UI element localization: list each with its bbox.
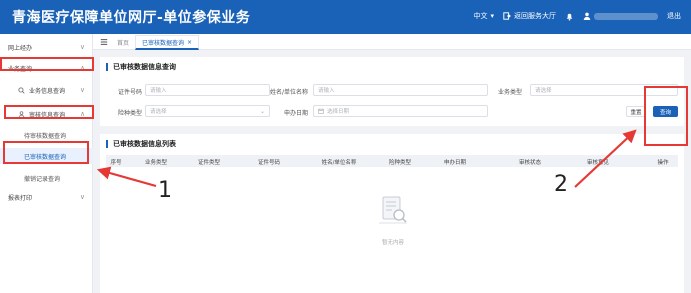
name-label: 姓名/单位名称	[269, 89, 308, 96]
calendar-icon	[318, 108, 324, 114]
exit-icon	[503, 12, 511, 20]
apply-date-picker[interactable]: 选择日期	[313, 105, 488, 117]
cert-no-input[interactable]: 请输入	[145, 84, 270, 96]
apply-date-label: 申办日期	[283, 110, 308, 117]
annotation-box-business-query	[0, 57, 94, 71]
sidebar-item-revoke-records[interactable]: 撤销记录查询	[0, 170, 93, 186]
tab-label: 已审核数据查询	[142, 39, 185, 47]
annotation-box-query-button	[644, 86, 688, 146]
close-icon[interactable]: ×	[187, 39, 192, 46]
bell-icon[interactable]	[565, 12, 574, 21]
search-icon	[18, 86, 25, 94]
logout-link[interactable]: 退出	[667, 11, 681, 21]
top-header: 青海医疗保障单位网厅-单位参保业务 中文 ▾ 返回服务大厅 退出	[0, 0, 691, 34]
tab-reviewed-data[interactable]: 已审核数据查询 ×	[135, 35, 200, 50]
tab-bar: 首页 已审核数据查询 ×	[93, 34, 691, 50]
cert-no-label: 证件号码	[117, 89, 142, 96]
chevron-down-icon: ∨	[79, 193, 85, 201]
chevron-down-icon: ▾	[490, 12, 494, 20]
results-section-title: 已审核数据信息列表	[106, 140, 176, 148]
annotation-number-2: 2	[554, 172, 568, 197]
menu-toggle-icon[interactable]	[100, 38, 108, 46]
sidebar-item-label: 待审核数据查询	[24, 132, 67, 140]
column-header: 姓名/单位名称	[321, 160, 357, 166]
table-header: 序号 业务类型 证件类型 证件号码 姓名/单位名称 险种类型 申办日期 审核状态…	[106, 155, 678, 167]
empty-state-text: 暂无内容	[381, 240, 404, 246]
placeholder: 请输入	[318, 88, 335, 94]
search-panel: 已审核数据信息查询 证件号码 请输入 姓名/单位名称 请输入 业务类型 请选择 …	[100, 57, 684, 126]
column-header: 证件号码	[257, 160, 281, 166]
search-section-title: 已审核数据信息查询	[106, 63, 176, 71]
user-icon	[583, 12, 591, 20]
column-header: 申办日期	[443, 160, 467, 166]
user-menu[interactable]	[583, 12, 658, 20]
user-name-blurred	[594, 12, 658, 20]
name-input[interactable]: 请输入	[313, 84, 488, 96]
empty-state-icon	[379, 196, 407, 224]
column-header: 证件类型	[197, 160, 221, 166]
app-title: 青海医疗保障单位网厅-单位参保业务	[12, 10, 251, 26]
language-selector[interactable]: 中文 ▾	[473, 11, 494, 21]
column-header: 审核意见	[586, 160, 610, 166]
language-label: 中文	[473, 12, 488, 20]
chevron-down-icon: ∨	[79, 86, 85, 94]
chevron-down-icon: ∨	[79, 43, 85, 51]
chevron-down-icon: ⌄	[259, 108, 265, 115]
biz-type-label: 业务类型	[497, 89, 522, 96]
sidebar-item-label: 撤销记录查询	[24, 175, 61, 183]
sidebar-item-label: 业务信息查询	[29, 87, 66, 95]
sidebar-item-online-handling[interactable]: 网上经办 ∨	[0, 39, 93, 55]
column-header: 审核状态	[518, 160, 542, 166]
back-to-hall-label: 返回服务大厅	[514, 12, 556, 20]
insure-type-select[interactable]: 请选择 ⌄	[145, 105, 270, 117]
annotation-box-reviewed-data	[3, 141, 89, 164]
reset-button[interactable]: 重置	[626, 106, 646, 117]
column-header: 险种类型	[388, 160, 412, 166]
placeholder: 选择日期	[327, 109, 350, 115]
placeholder: 请选择	[535, 88, 552, 94]
sidebar-item-business-info-query[interactable]: 业务信息查询 ∨	[0, 82, 93, 98]
annotation-box-review-info-query	[4, 105, 94, 119]
results-panel: 已审核数据信息列表 序号 业务类型 证件类型 证件号码 姓名/单位名称 险种类型…	[100, 134, 684, 293]
back-to-hall-link[interactable]: 返回服务大厅	[503, 11, 556, 21]
sidebar-item-label: 网上经办	[8, 44, 33, 52]
placeholder: 请选择	[150, 109, 167, 115]
placeholder: 请输入	[150, 88, 167, 94]
sidebar-item-label: 报表打印	[8, 194, 33, 202]
insure-type-label: 险种类型	[117, 110, 142, 117]
column-header: 操作	[657, 160, 669, 166]
column-header: 业务类型	[144, 160, 168, 166]
column-header: 序号	[110, 160, 122, 166]
annotation-number-1: 1	[158, 178, 172, 203]
tab-home[interactable]: 首页	[117, 38, 129, 47]
header-actions: 中文 ▾ 返回服务大厅 退出	[473, 11, 681, 21]
sidebar-item-report-print[interactable]: 报表打印 ∨	[0, 189, 93, 205]
